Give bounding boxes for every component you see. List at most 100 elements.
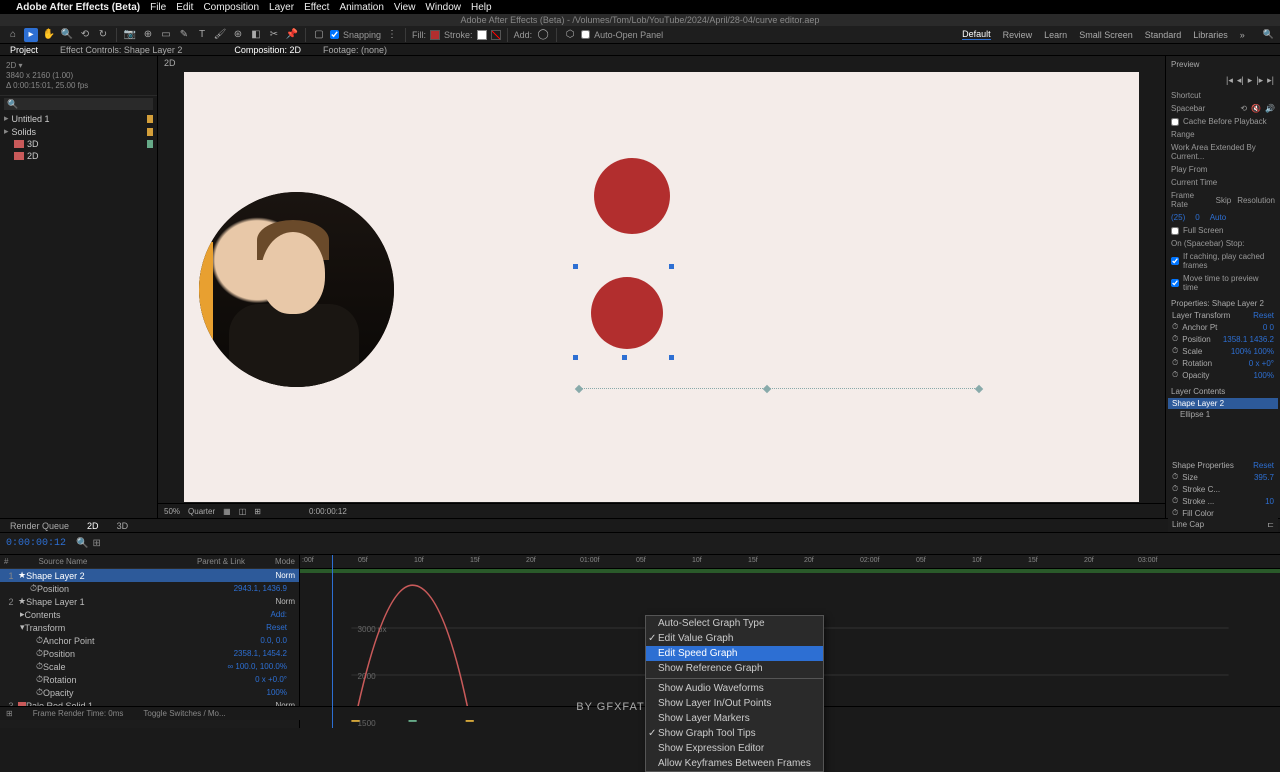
layer-prop-position[interactable]: ⏱Position 2943.1, 1436.9 xyxy=(0,582,299,595)
layer-contents[interactable]: ▸Contents Add: xyxy=(0,608,299,621)
work-area-bar[interactable] xyxy=(300,569,1280,573)
stopwatch-icon[interactable]: ⏱ xyxy=(1172,370,1178,380)
menu-effect[interactable]: Effect xyxy=(304,2,329,13)
snapping-checkbox[interactable] xyxy=(330,30,339,39)
menu-animation[interactable]: Animation xyxy=(339,2,383,13)
add-menu-icon[interactable]: ◯ xyxy=(536,28,550,42)
tl-opts-icon[interactable]: ⊞ xyxy=(92,538,100,549)
rotate-tool-icon[interactable]: ↻ xyxy=(96,28,110,42)
next-frame-icon[interactable]: |▸ xyxy=(1256,75,1263,86)
menu-speed-graph[interactable]: Edit Speed Graph xyxy=(646,646,823,661)
menu-composition[interactable]: Composition xyxy=(203,2,259,13)
autopanel-checkbox[interactable] xyxy=(581,30,590,39)
shortcut-value[interactable]: Spacebar xyxy=(1171,104,1236,113)
fill-swatch[interactable] xyxy=(430,30,440,40)
workspace-review[interactable]: Review xyxy=(1003,30,1033,40)
layer-shape1[interactable]: 2 ★ Shape Layer 1 Norm xyxy=(0,595,299,608)
bezier-icon[interactable]: ⬡ xyxy=(563,28,577,42)
menu-file[interactable]: File xyxy=(150,2,166,13)
prev-frame-icon[interactable]: ◂| xyxy=(1237,75,1244,86)
search-icon[interactable]: 🔍 xyxy=(1263,29,1274,40)
last-frame-icon[interactable]: ▸| xyxy=(1267,75,1274,86)
project-item-comp[interactable]: 3D xyxy=(0,138,157,150)
menu-window[interactable]: Window xyxy=(425,2,461,13)
prop-scale[interactable]: ⏱Scale ∞ 100.0, 100.0% xyxy=(0,660,299,673)
puppet-tool-icon[interactable]: 📌 xyxy=(285,28,299,42)
quality-dropdown[interactable]: Quarter xyxy=(188,507,215,516)
layer-shape2[interactable]: 1 ★ Shape Layer 2 Norm xyxy=(0,569,299,582)
hand-tool-icon[interactable]: ✋ xyxy=(42,28,56,42)
shape-tool-icon[interactable]: ▭ xyxy=(159,28,173,42)
tab-render-queue[interactable]: Render Queue xyxy=(4,520,75,532)
menu-value-graph[interactable]: Edit Value Graph xyxy=(646,631,823,646)
stopwatch-icon[interactable]: ⏱ xyxy=(1172,484,1178,494)
menu-reference-graph[interactable]: Show Reference Graph xyxy=(646,661,823,676)
zoom-tool-icon[interactable]: 🔍 xyxy=(60,28,74,42)
stopwatch-icon[interactable]: ⏱ xyxy=(1172,358,1178,368)
speaker-icon[interactable]: 🔊 xyxy=(1265,104,1275,113)
menu-help[interactable]: Help xyxy=(471,2,492,13)
selection-tool-icon[interactable]: ▸ xyxy=(24,28,38,42)
graph-editor-area[interactable]: :00f 05f 10f 15f 20f 01:00f 05f 10f 15f … xyxy=(300,555,1280,728)
roto-tool-icon[interactable]: ✂ xyxy=(267,28,281,42)
project-item-folder[interactable]: Solids xyxy=(0,125,157,138)
menu-audio-waveforms[interactable]: Show Audio Waveforms xyxy=(646,681,823,696)
app-name[interactable]: Adobe After Effects (Beta) xyxy=(16,2,140,13)
viewer-grid-icon[interactable]: ⊞ xyxy=(254,507,261,516)
motion-path[interactable] xyxy=(579,388,979,389)
footage-tab[interactable]: Footage: (none) xyxy=(317,44,393,56)
cache-checkbox[interactable] xyxy=(1171,118,1179,126)
stopwatch-icon[interactable]: ⏱ xyxy=(1172,496,1178,506)
stroke-swatch[interactable] xyxy=(477,30,487,40)
stopwatch-icon[interactable]: ⏱ xyxy=(1172,334,1178,344)
menu-inout-points[interactable]: Show Layer In/Out Points xyxy=(646,696,823,711)
stopwatch-icon[interactable]: ⏱ xyxy=(1172,472,1178,482)
zoom-level[interactable]: 50% xyxy=(164,507,180,516)
tl-search-icon[interactable]: 🔍 xyxy=(76,538,88,549)
menu-tool-tips[interactable]: Show Graph Tool Tips xyxy=(646,726,823,741)
stopwatch-icon[interactable]: ⏱ xyxy=(1172,346,1178,356)
composition-tab[interactable]: Composition: 2D xyxy=(228,44,307,56)
fullscreen-checkbox[interactable] xyxy=(1171,227,1179,235)
play-icon[interactable]: ▸ xyxy=(1248,75,1253,86)
timeline-timecode[interactable]: 0:00:00:12 xyxy=(0,536,70,551)
workspace-more-icon[interactable]: » xyxy=(1240,30,1245,40)
pen-tool-icon[interactable]: ✎ xyxy=(177,28,191,42)
ifcaching-checkbox[interactable] xyxy=(1171,257,1179,265)
workspace-small[interactable]: Small Screen xyxy=(1079,30,1133,40)
workspace-libraries[interactable]: Libraries xyxy=(1193,30,1228,40)
tl-toggle-icon[interactable]: ⊞ xyxy=(6,709,13,718)
viewer-timecode[interactable]: 0:00:00:12 xyxy=(309,507,347,516)
project-search-input[interactable] xyxy=(4,98,153,110)
movetime-checkbox[interactable] xyxy=(1171,279,1179,287)
selection-bounds[interactable] xyxy=(576,267,671,357)
toggle-icon[interactable]: ▢ xyxy=(312,28,326,42)
viewer-mask-icon[interactable]: ◫ xyxy=(239,507,247,516)
menu-layer[interactable]: Layer xyxy=(269,2,294,13)
anchor-tool-icon[interactable]: ⊕ xyxy=(141,28,155,42)
effect-controls-tab[interactable]: Effect Controls: Shape Layer 2 xyxy=(54,44,188,56)
menu-layer-markers[interactable]: Show Layer Markers xyxy=(646,711,823,726)
viewer-toggle-icon[interactable]: ▦ xyxy=(223,507,231,516)
layer-transform[interactable]: ▾Transform Reset xyxy=(0,621,299,634)
brush-tool-icon[interactable]: 🖌 xyxy=(213,28,227,42)
playfrom-value[interactable]: Current Time xyxy=(1171,178,1217,187)
orbit-tool-icon[interactable]: ⟲ xyxy=(78,28,92,42)
timeline-ruler[interactable]: :00f 05f 10f 15f 20f 01:00f 05f 10f 15f … xyxy=(300,555,1280,569)
prop-position[interactable]: ⏱Position 2358.1, 1454.2 xyxy=(0,647,299,660)
prop-rotation[interactable]: ⏱Rotation 0 x +0.0° xyxy=(0,673,299,686)
tab-comp-3d[interactable]: 3D xyxy=(111,520,135,532)
menu-view[interactable]: View xyxy=(394,2,416,13)
stroke-none-icon[interactable] xyxy=(491,30,501,40)
range-value[interactable]: Work Area Extended By Current... xyxy=(1171,143,1275,161)
composition-canvas[interactable] xyxy=(184,72,1139,502)
project-item-comp[interactable]: 2D xyxy=(0,150,157,162)
clone-tool-icon[interactable]: ⊛ xyxy=(231,28,245,42)
workspace-learn[interactable]: Learn xyxy=(1044,30,1067,40)
menu-auto-select[interactable]: Auto-Select Graph Type xyxy=(646,616,823,631)
menu-keyframes-between[interactable]: Allow Keyframes Between Frames xyxy=(646,756,823,771)
viewer-comp-tab[interactable]: 2D xyxy=(158,56,1165,70)
eraser-tool-icon[interactable]: ◧ xyxy=(249,28,263,42)
menu-expression-editor[interactable]: Show Expression Editor xyxy=(646,741,823,756)
project-tab[interactable]: Project xyxy=(4,44,44,56)
